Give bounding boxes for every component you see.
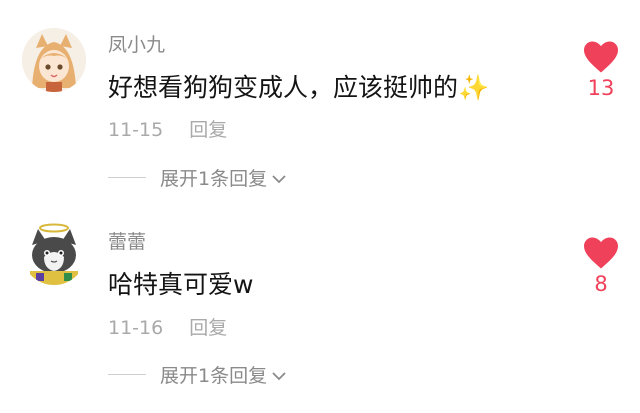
expand-replies-label: 展开1条回复	[160, 168, 268, 190]
expand-replies-button[interactable]: 展开1条回复	[108, 164, 287, 191]
comment-text: 哈特真可爱w	[108, 270, 254, 299]
reply-button[interactable]: 回复	[189, 317, 227, 339]
comment-username[interactable]: 凤小九	[108, 30, 165, 57]
like-count: 8	[594, 272, 608, 296]
comment-text-body: 好想看狗狗变成人，应该挺帅的	[108, 73, 459, 102]
comment-date: 11-16	[108, 317, 164, 339]
comment-meta: 11-16 回复	[108, 313, 227, 340]
comment-username[interactable]: 蕾蕾	[108, 227, 146, 254]
heart-icon	[584, 41, 618, 73]
chevron-down-icon	[271, 364, 287, 386]
comment-meta: 11-15 回复	[108, 115, 227, 142]
chevron-down-icon	[271, 167, 287, 189]
expand-replies-label: 展开1条回复	[160, 365, 268, 387]
like-button[interactable]: 13	[580, 40, 622, 100]
user-avatar[interactable]	[22, 221, 86, 285]
reply-button[interactable]: 回复	[189, 119, 227, 141]
expand-replies-button[interactable]: 展开1条回复	[108, 361, 287, 388]
comment-text: 好想看狗狗变成人，应该挺帅的✨	[108, 68, 489, 104]
divider-line	[108, 177, 146, 178]
comment-date: 11-15	[108, 119, 164, 141]
cat-angel-avatar-icon	[22, 221, 86, 285]
anime-girl-avatar-icon	[22, 28, 86, 92]
user-avatar[interactable]	[22, 28, 86, 92]
divider-line	[108, 374, 146, 375]
sparkles-emoji: ✨	[458, 73, 490, 102]
like-count: 13	[587, 76, 615, 100]
heart-icon	[584, 237, 618, 269]
like-button[interactable]: 8	[580, 236, 622, 296]
